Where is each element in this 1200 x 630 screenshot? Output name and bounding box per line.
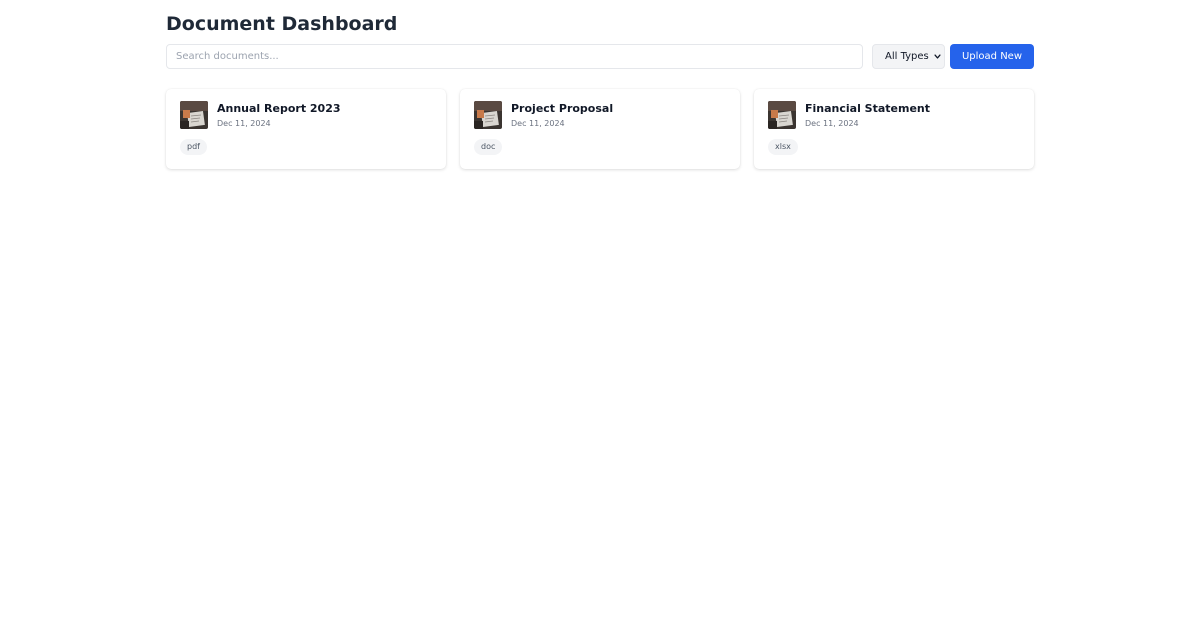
type-filter-select[interactable]: All Types	[872, 44, 945, 69]
document-thumbnail-icon	[768, 101, 796, 129]
document-dashboard-page: Document Dashboard All Types Upload New	[0, 0, 1200, 630]
document-card[interactable]: Annual Report 2023 Dec 11, 2024 pdf	[166, 89, 446, 169]
document-thumbnail-icon	[180, 101, 208, 129]
document-title: Annual Report 2023	[217, 102, 341, 115]
document-type-badge: doc	[474, 139, 503, 155]
type-filter-selected-label: All Types	[885, 51, 929, 62]
document-date: Dec 11, 2024	[805, 119, 859, 128]
document-date: Dec 11, 2024	[217, 119, 271, 128]
toolbar: All Types Upload New	[166, 44, 1034, 69]
document-card[interactable]: Financial Statement Dec 11, 2024 xlsx	[754, 89, 1034, 169]
page-title: Document Dashboard	[166, 13, 398, 35]
document-type-badge: xlsx	[768, 139, 798, 155]
search-input[interactable]	[166, 44, 863, 69]
document-card-list: Annual Report 2023 Dec 11, 2024 pdf Proj…	[166, 89, 1034, 169]
document-title: Project Proposal	[511, 102, 614, 115]
document-title: Financial Statement	[805, 102, 931, 115]
upload-new-button[interactable]: Upload New	[950, 44, 1034, 69]
document-date: Dec 11, 2024	[511, 119, 565, 128]
document-card[interactable]: Project Proposal Dec 11, 2024 doc	[460, 89, 740, 169]
chevron-down-icon	[934, 54, 941, 59]
document-type-badge: pdf	[180, 139, 207, 155]
document-thumbnail-icon	[474, 101, 502, 129]
